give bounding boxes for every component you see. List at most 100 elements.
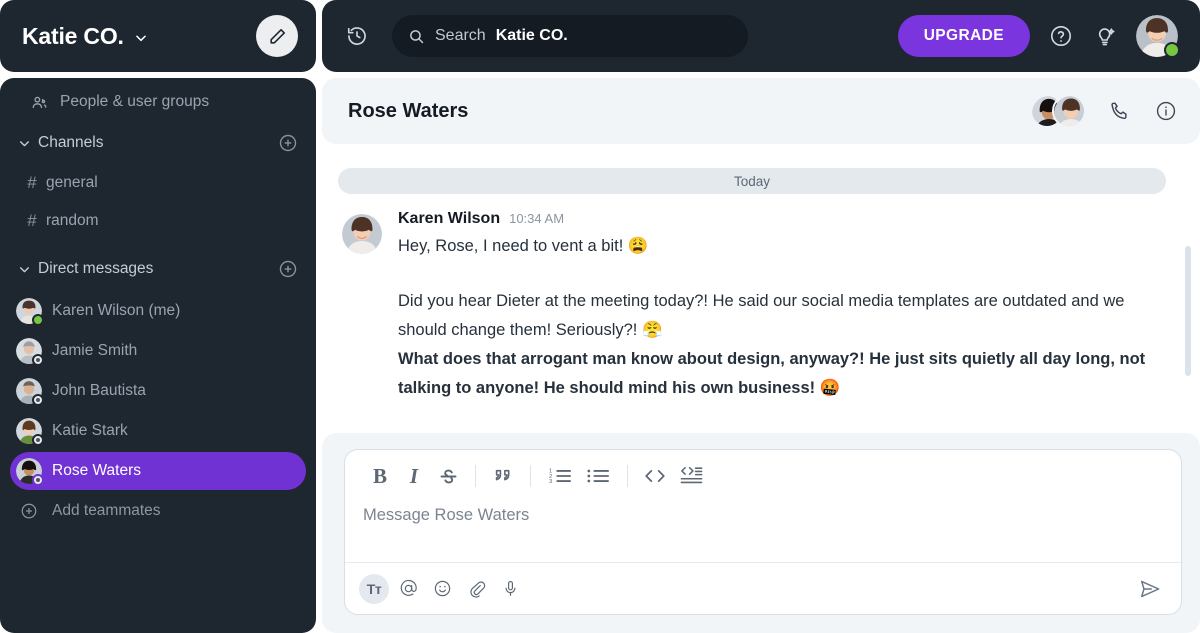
status-badge	[1164, 42, 1180, 58]
send-button[interactable]	[1135, 574, 1165, 604]
sidebar: Katie CO. People & user groups Channels …	[0, 0, 316, 633]
main-area: Search Katie CO. UPGRADE Rose Waters Tod…	[316, 0, 1200, 633]
svg-text:3: 3	[549, 479, 552, 485]
avatar	[1052, 94, 1086, 128]
blockquote-button[interactable]	[486, 460, 520, 492]
avatar	[16, 418, 44, 446]
search-input[interactable]: Search Katie CO.	[392, 15, 748, 57]
member-avatar-stack[interactable]	[1030, 94, 1086, 128]
help-circle-icon[interactable]	[1048, 23, 1074, 49]
ordered-list-button[interactable]: 123	[541, 460, 579, 492]
upgrade-button[interactable]: UPGRADE	[897, 15, 1030, 57]
people-icon	[28, 94, 50, 111]
hash-icon: #	[27, 211, 37, 230]
attach-button[interactable]	[461, 574, 491, 604]
sidebar-channel-general[interactable]: # general	[10, 164, 306, 202]
add-channel-icon[interactable]	[278, 133, 298, 153]
lightbulb-sparkle-icon[interactable]	[1092, 23, 1118, 49]
sidebar-channel-random[interactable]: # random	[10, 202, 306, 240]
add-dm-icon[interactable]	[278, 259, 298, 279]
page-title: Rose Waters	[348, 99, 469, 122]
history-button[interactable]	[322, 25, 392, 47]
search-icon	[408, 28, 425, 45]
sidebar-dm-rose-waters[interactable]: Rose Waters	[10, 452, 306, 490]
workspace-header: Katie CO.	[0, 0, 316, 72]
code-button[interactable]	[638, 460, 672, 492]
compose-button[interactable]	[256, 15, 298, 57]
message-composer: B I 123 Message Rose Waters Tᴛ	[344, 449, 1182, 615]
code-block-button[interactable]	[672, 460, 710, 492]
toolbar-divider	[627, 465, 628, 487]
status-badge	[32, 354, 44, 366]
avatar	[16, 338, 44, 366]
workspace-switcher[interactable]: Katie CO.	[22, 23, 148, 50]
avatar	[16, 458, 44, 486]
chevron-down-icon	[134, 31, 148, 45]
sidebar-dm-katie-stark[interactable]: Katie Stark	[10, 412, 306, 450]
formatting-toolbar: B I 123	[345, 450, 1181, 498]
add-teammates-label: Add teammates	[52, 502, 161, 519]
hash-icon: #	[27, 173, 37, 192]
add-teammates-button[interactable]: Add teammates	[10, 492, 306, 530]
channels-section-header[interactable]: Channels	[0, 122, 316, 164]
channel-label: random	[46, 212, 99, 229]
mention-button[interactable]	[393, 574, 423, 604]
voice-button[interactable]	[495, 574, 525, 604]
avatar	[16, 298, 44, 326]
scrollbar-thumb[interactable]	[1185, 246, 1191, 376]
dm-section-header[interactable]: Direct messages	[0, 248, 316, 290]
message-text: Did you hear Dieter at the meeting today…	[398, 292, 1125, 339]
message-timestamp: 10:34 AM	[509, 211, 565, 226]
message-scroll-area[interactable]: Today Karen Wilson 10:34 AM Hey, Rose, I…	[322, 150, 1200, 427]
plus-circle-icon	[16, 502, 42, 520]
message-text-bold: What does that arrogant man know about d…	[398, 350, 1146, 397]
composer-toolbar: Tᴛ	[345, 562, 1181, 614]
channel-label: general	[46, 174, 98, 191]
text-format-button[interactable]: Tᴛ	[359, 573, 389, 604]
message-item: Did you hear Dieter at the meeting today…	[338, 287, 1166, 403]
message-meta: Karen Wilson 10:34 AM	[398, 210, 1166, 228]
nav-scroll-area[interactable]: People & user groups Channels # general …	[0, 78, 316, 633]
message-item: Karen Wilson 10:34 AM Hey, Rose, I need …	[338, 210, 1166, 261]
composer-area: B I 123 Message Rose Waters Tᴛ	[322, 433, 1200, 633]
conversation-actions	[1030, 94, 1178, 128]
chevron-down-icon	[16, 263, 32, 276]
top-bar-actions: UPGRADE	[897, 15, 1184, 58]
nav-panel: People & user groups Channels # general …	[0, 78, 316, 633]
info-circle-icon[interactable]	[1154, 99, 1178, 123]
dm-label: John Bautista	[52, 382, 146, 399]
sidebar-dm-john-bautista[interactable]: John Bautista	[10, 372, 306, 410]
status-badge	[32, 394, 44, 406]
message-body: Karen Wilson 10:34 AM Hey, Rose, I need …	[398, 210, 1166, 261]
message-list: Today Karen Wilson 10:34 AM Hey, Rose, I…	[322, 150, 1200, 427]
emoji-button[interactable]	[427, 574, 457, 604]
dm-label: Karen Wilson (me)	[52, 302, 181, 319]
status-badge	[32, 434, 44, 446]
history-clock-icon	[346, 25, 368, 47]
dm-label: Direct messages	[38, 260, 154, 277]
conversation-header: Rose Waters	[322, 78, 1200, 144]
user-avatar-button[interactable]	[1136, 15, 1180, 58]
app-window: Katie CO. People & user groups Channels …	[0, 0, 1200, 633]
avatar	[342, 214, 382, 254]
top-bar: Search Katie CO. UPGRADE	[322, 0, 1200, 72]
strikethrough-button[interactable]	[431, 460, 465, 492]
message-input[interactable]: Message Rose Waters	[345, 498, 1181, 562]
dm-label: Katie Stark	[52, 422, 128, 439]
sidebar-dm-karen-wilson[interactable]: Karen Wilson (me)	[10, 292, 306, 330]
bold-button[interactable]: B	[363, 460, 397, 492]
sidebar-item-label: People & user groups	[60, 93, 210, 110]
bulleted-list-button[interactable]	[579, 460, 617, 492]
sidebar-item-people[interactable]: People & user groups	[10, 83, 306, 121]
dm-label: Rose Waters	[52, 462, 142, 479]
toolbar-divider	[530, 465, 531, 487]
status-badge	[32, 474, 44, 486]
sidebar-dm-jamie-smith[interactable]: Jamie Smith	[10, 332, 306, 370]
avatar	[16, 378, 44, 406]
phone-icon[interactable]	[1108, 99, 1132, 123]
message-text: Hey, Rose, I need to vent a bit! 😩	[398, 237, 649, 255]
chevron-down-icon	[16, 137, 32, 150]
message-author: Karen Wilson	[398, 210, 501, 227]
italic-button[interactable]: I	[397, 460, 431, 492]
channels-label: Channels	[38, 134, 104, 151]
